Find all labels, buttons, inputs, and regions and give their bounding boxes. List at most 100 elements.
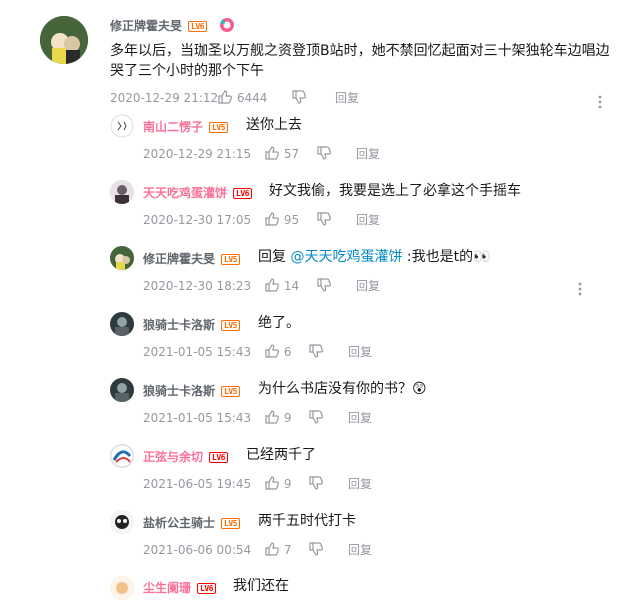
reply-content: 已经两千了: [246, 447, 316, 463]
like-button[interactable]: 95: [264, 211, 316, 227]
avatar[interactable]: [110, 114, 134, 138]
like-count: 9: [283, 411, 292, 425]
avatar[interactable]: [110, 444, 134, 468]
reply-button[interactable]: 回复: [348, 543, 372, 557]
comment-meta: 2020-12-29 21:12 6444 回复: [110, 89, 359, 106]
dislike-button[interactable]: [308, 475, 348, 491]
thumb-up-icon: [265, 542, 279, 556]
comment-username[interactable]: 修正牌霍夫旻 LV6: [110, 17, 235, 36]
reply-meta: 2021-01-05 15:43 9 回复: [143, 409, 372, 426]
reply-button[interactable]: 回复: [356, 279, 380, 293]
reply-content: 两千五时代打卡: [258, 513, 356, 529]
reply-meta: 2021-01-05 15:43 6 回复: [143, 343, 372, 360]
username-text[interactable]: 狼骑士卡洛斯: [143, 318, 215, 332]
thumb-down-icon: [317, 212, 331, 226]
username-text[interactable]: 修正牌霍夫旻: [143, 252, 215, 266]
like-button[interactable]: 6444: [217, 89, 291, 105]
thumb-down-icon: [309, 344, 323, 358]
mention-link[interactable]: @天天吃鸡蛋灌饼: [290, 249, 402, 265]
thumb-up-icon: [265, 476, 279, 490]
like-count: 57: [283, 147, 300, 161]
level-badge: LV6: [209, 452, 228, 463]
reply-content: 我们还在: [233, 578, 289, 594]
reply-username[interactable]: 南山二愣子 LV5: [143, 118, 228, 135]
reply-button[interactable]: 回复: [356, 147, 380, 161]
thumb-down-icon: [317, 146, 331, 160]
like-count: 14: [283, 279, 300, 293]
avatar[interactable]: [40, 16, 88, 64]
user-avatar-image: [110, 576, 134, 600]
username-text[interactable]: 狼骑士卡洛斯: [143, 384, 215, 398]
reply-meta: 2020-12-30 17:05 95 回复: [143, 211, 380, 228]
level-badge: LV6: [233, 188, 252, 199]
like-count: 7: [283, 543, 292, 557]
reply-time: 2020-12-30 18:23: [143, 279, 252, 293]
reply-button[interactable]: 回复: [335, 91, 359, 105]
like-button[interactable]: 9: [264, 409, 308, 425]
avatar[interactable]: [110, 312, 134, 336]
reply-content: 为什么书店没有你的书？😲: [258, 381, 427, 397]
like-button[interactable]: 14: [264, 277, 316, 293]
thumb-down-icon: [309, 410, 323, 424]
reply-username[interactable]: 盐析公主骑士 LV5: [143, 514, 240, 531]
more-options-icon[interactable]: [593, 94, 607, 114]
user-avatar-image: [110, 510, 134, 534]
dislike-button[interactable]: [316, 277, 356, 293]
user-avatar-image: [40, 16, 88, 64]
dislike-button[interactable]: [316, 145, 356, 161]
more-options-icon[interactable]: [573, 281, 587, 301]
like-count: 9: [283, 477, 292, 491]
username-text[interactable]: 正弦与余切: [143, 450, 203, 464]
dislike-button[interactable]: [291, 89, 335, 105]
like-count: 6444: [236, 91, 268, 105]
reply-button[interactable]: 回复: [348, 345, 372, 359]
like-button[interactable]: 57: [264, 145, 316, 161]
reply-username[interactable]: 尘生阑珊 LV6: [143, 579, 216, 596]
avatar[interactable]: [110, 510, 134, 534]
dislike-button[interactable]: [308, 343, 348, 359]
avatar[interactable]: [110, 378, 134, 402]
reply-username[interactable]: 天天吃鸡蛋灌饼 LV6: [143, 184, 252, 201]
reply-button[interactable]: 回复: [348, 477, 372, 491]
level-badge: LV5: [221, 320, 240, 331]
reply-time: 2021-06-06 00:54: [143, 543, 252, 557]
username-text[interactable]: 尘生阑珊: [143, 581, 191, 595]
reply-username[interactable]: 修正牌霍夫旻 LV5: [143, 250, 240, 267]
thumb-up-icon: [265, 278, 279, 292]
username-text[interactable]: 天天吃鸡蛋灌饼: [143, 186, 227, 200]
dislike-button[interactable]: [316, 211, 356, 227]
reply-text: :我也是t的👀: [402, 249, 491, 265]
reply-button[interactable]: 回复: [356, 213, 380, 227]
thumb-down-icon: [309, 542, 323, 556]
thumb-up-icon: [265, 410, 279, 424]
reply-content: 绝了。: [258, 315, 300, 331]
user-avatar-image: [110, 378, 134, 402]
reply-username[interactable]: 狼骑士卡洛斯 LV5: [143, 316, 240, 333]
reply-username[interactable]: 正弦与余切 LV6: [143, 448, 228, 465]
username-text[interactable]: 南山二愣子: [143, 120, 203, 134]
like-button[interactable]: 6: [264, 343, 308, 359]
reply-time: 2021-06-05 19:45: [143, 477, 252, 491]
dislike-button[interactable]: [308, 541, 348, 557]
avatar[interactable]: [110, 180, 134, 204]
reply-meta: 2021-06-06 00:54 7 回复: [143, 541, 372, 558]
username-text[interactable]: 盐析公主骑士: [143, 516, 215, 530]
avatar[interactable]: [110, 246, 134, 270]
level-badge: LV5: [209, 122, 228, 133]
dislike-button[interactable]: [308, 409, 348, 425]
level-badge: LV5: [221, 386, 240, 397]
like-button[interactable]: 9: [264, 475, 308, 491]
reply-meta: 2020-12-30 18:23 14 回复: [143, 277, 380, 294]
reply-time: 2021-01-05 15:43: [143, 411, 252, 425]
avatar[interactable]: [110, 576, 134, 600]
reply-username[interactable]: 狼骑士卡洛斯 LV5: [143, 382, 240, 399]
reply-content: 好文我偷，我要是选上了必拿这个手摇车: [269, 183, 521, 199]
thumb-down-icon: [292, 90, 306, 104]
user-avatar-image: [110, 444, 134, 468]
fan-medal-icon: [219, 17, 235, 36]
username-text[interactable]: 修正牌霍夫旻: [110, 19, 182, 33]
reply-content: 回复 @天天吃鸡蛋灌饼 :我也是t的👀: [258, 247, 491, 267]
like-button[interactable]: 7: [264, 541, 308, 557]
reply-button[interactable]: 回复: [348, 411, 372, 425]
user-avatar-image: [110, 246, 134, 270]
